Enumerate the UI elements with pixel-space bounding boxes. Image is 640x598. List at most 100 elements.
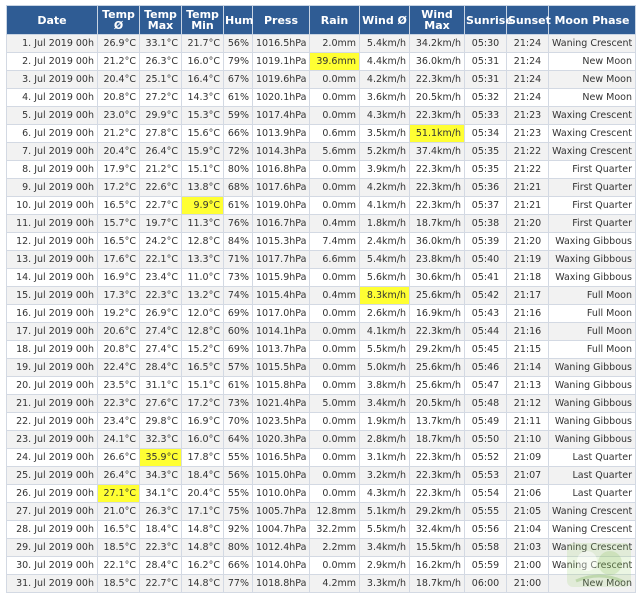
wind-max-cell: 25.6km/h [409,358,465,377]
table-row: 15. Jul 2019 00h 17.3°C 22.3°C 13.2°C 74% 101… [6,286,636,305]
date-cell: 25. Jul 2019 00h [6,466,98,485]
header-sunset[interactable]: Sunset [506,5,551,35]
header-date[interactable]: Date [6,5,98,35]
sunrise-cell: 05:58 [464,538,507,557]
header-sunrise[interactable]: Sunrise [464,5,513,35]
temp-min-cell: 11.0°C [181,268,224,287]
temp-avg-cell: 20.8°C [97,88,140,107]
humidity-cell: 59% [223,106,253,125]
temp-avg-cell: 23.0°C [97,106,140,125]
pressure-cell: 1010.0hPa [252,484,310,503]
table-row: 9. Jul 2019 00h 17.2°C 22.6°C 13.8°C 68% 1017… [6,178,636,197]
wind-avg-cell: 5.4km/h [359,250,410,269]
moon-phase-cell: Waxing Gibbous [548,268,636,287]
moon-phase-cell: First Quarter [548,160,636,179]
pressure-cell: 1019.1hPa [252,52,310,71]
moon-phase-cell: Full Moon [548,286,636,305]
temp-max-cell: 22.3°C [139,538,182,557]
pressure-cell: 1014.1hPa [252,322,310,341]
temp-max-cell: 29.9°C [139,106,182,125]
rain-cell: 0.6mm [309,124,360,143]
temp-min-cell: 16.5°C [181,358,224,377]
temp-max-cell: 33.1°C [139,34,182,53]
pressure-cell: 1015.3hPa [252,232,310,251]
wind-avg-cell: 3.9km/h [359,160,410,179]
pressure-cell: 1017.4hPa [252,106,310,125]
header-temp-min[interactable]: Temp Min [181,5,224,35]
date-cell: 30. Jul 2019 00h [6,556,98,575]
temp-min-cell: 16.0°C [181,430,224,449]
moon-phase-cell: Waning Gibbous [548,358,636,377]
wind-max-cell: 29.2km/h [409,502,465,521]
date-cell: 15. Jul 2019 00h [6,286,98,305]
sunrise-cell: 05:42 [464,286,507,305]
sunset-cell: 21:19 [506,250,549,269]
sunset-cell: 21:03 [506,538,549,557]
table-row: 3. Jul 2019 00h 20.4°C 25.1°C 16.4°C 67% 1019… [6,70,636,89]
header-wind-max[interactable]: Wind Max [409,5,465,35]
sunrise-cell: 05:31 [464,70,507,89]
date-cell: 19. Jul 2019 00h [6,358,98,377]
temp-max-cell: 22.1°C [139,250,182,269]
temp-avg-cell: 20.4°C [97,142,140,161]
moon-phase-cell: Last Quarter [548,466,636,485]
header-rain[interactable]: Rain [309,5,360,35]
sunrise-cell: 05:52 [464,448,507,467]
temp-max-cell: 26.9°C [139,304,182,323]
humidity-cell: 61% [223,88,253,107]
header-humidity[interactable]: Hum [223,5,254,35]
moon-phase-cell: Waxing Crescent [548,124,636,143]
temp-max-cell: 27.6°C [139,394,182,413]
temp-max-cell: 31.1°C [139,376,182,395]
humidity-cell: 76% [223,214,253,233]
table-row: 24. Jul 2019 00h 26.6°C 35.9°C 17.8°C 55% 101… [6,448,636,467]
sunset-cell: 21:11 [506,412,549,431]
temp-min-cell: 14.8°C [181,538,224,557]
temp-min-cell: 13.8°C [181,178,224,197]
temp-avg-cell: 22.4°C [97,358,140,377]
table-row: 21. Jul 2019 00h 22.3°C 27.6°C 17.2°C 73% 102… [6,394,636,413]
table-body: 1. Jul 2019 00h 26.9°C 33.1°C 21.7°C 56% 1016… [6,34,636,593]
date-cell: 1. Jul 2019 00h [6,34,98,53]
temp-min-cell: 13.2°C [181,286,224,305]
temp-avg-cell: 22.3°C [97,394,140,413]
header-pressure[interactable]: Press [252,5,310,35]
header-wind-avg[interactable]: Wind Ø [359,5,410,35]
table-row: 30. Jul 2019 00h 22.1°C 28.4°C 16.2°C 66% 101… [6,556,636,575]
date-cell: 13. Jul 2019 00h [6,250,98,269]
moon-phase-cell: Full Moon [548,304,636,323]
temp-avg-cell: 20.4°C [97,70,140,89]
pressure-cell: 1015.4hPa [252,286,310,305]
sunset-cell: 21:23 [506,106,549,125]
date-cell: 26. Jul 2019 00h [6,484,98,503]
rain-cell: 0.0mm [309,268,360,287]
pressure-cell: 1017.7hPa [252,250,310,269]
temp-max-cell: 26.3°C [139,52,182,71]
header-moon-phase[interactable]: Moon Phase [548,5,636,35]
moon-phase-cell: Waning Gibbous [548,394,636,413]
sunset-cell: 21:20 [506,214,549,233]
date-cell: 21. Jul 2019 00h [6,394,98,413]
temp-avg-cell: 20.6°C [97,322,140,341]
humidity-cell: 71% [223,250,253,269]
wind-max-cell: 23.8km/h [409,250,465,269]
temp-max-cell: 34.3°C [139,466,182,485]
pressure-cell: 1013.9hPa [252,124,310,143]
header-temp-max[interactable]: Temp Max [139,5,182,35]
header-temp-avg[interactable]: Temp Ø [97,5,140,35]
wind-max-cell: 13.7km/h [409,412,465,431]
sunset-cell: 21:24 [506,52,549,71]
humidity-cell: 92% [223,520,253,539]
sunset-cell: 21:09 [506,448,549,467]
sunset-cell: 21:04 [506,520,549,539]
wind-avg-cell: 5.4km/h [359,34,410,53]
pressure-cell: 1014.0hPa [252,556,310,575]
temp-avg-cell: 19.2°C [97,304,140,323]
temp-max-cell: 35.9°C [139,448,182,467]
temp-min-cell: 9.9°C [181,196,224,215]
wind-max-cell: 34.2km/h [409,34,465,53]
humidity-cell: 69% [223,304,253,323]
date-cell: 18. Jul 2019 00h [6,340,98,359]
moon-phase-cell: New Moon [548,52,636,71]
sunrise-cell: 05:34 [464,124,507,143]
